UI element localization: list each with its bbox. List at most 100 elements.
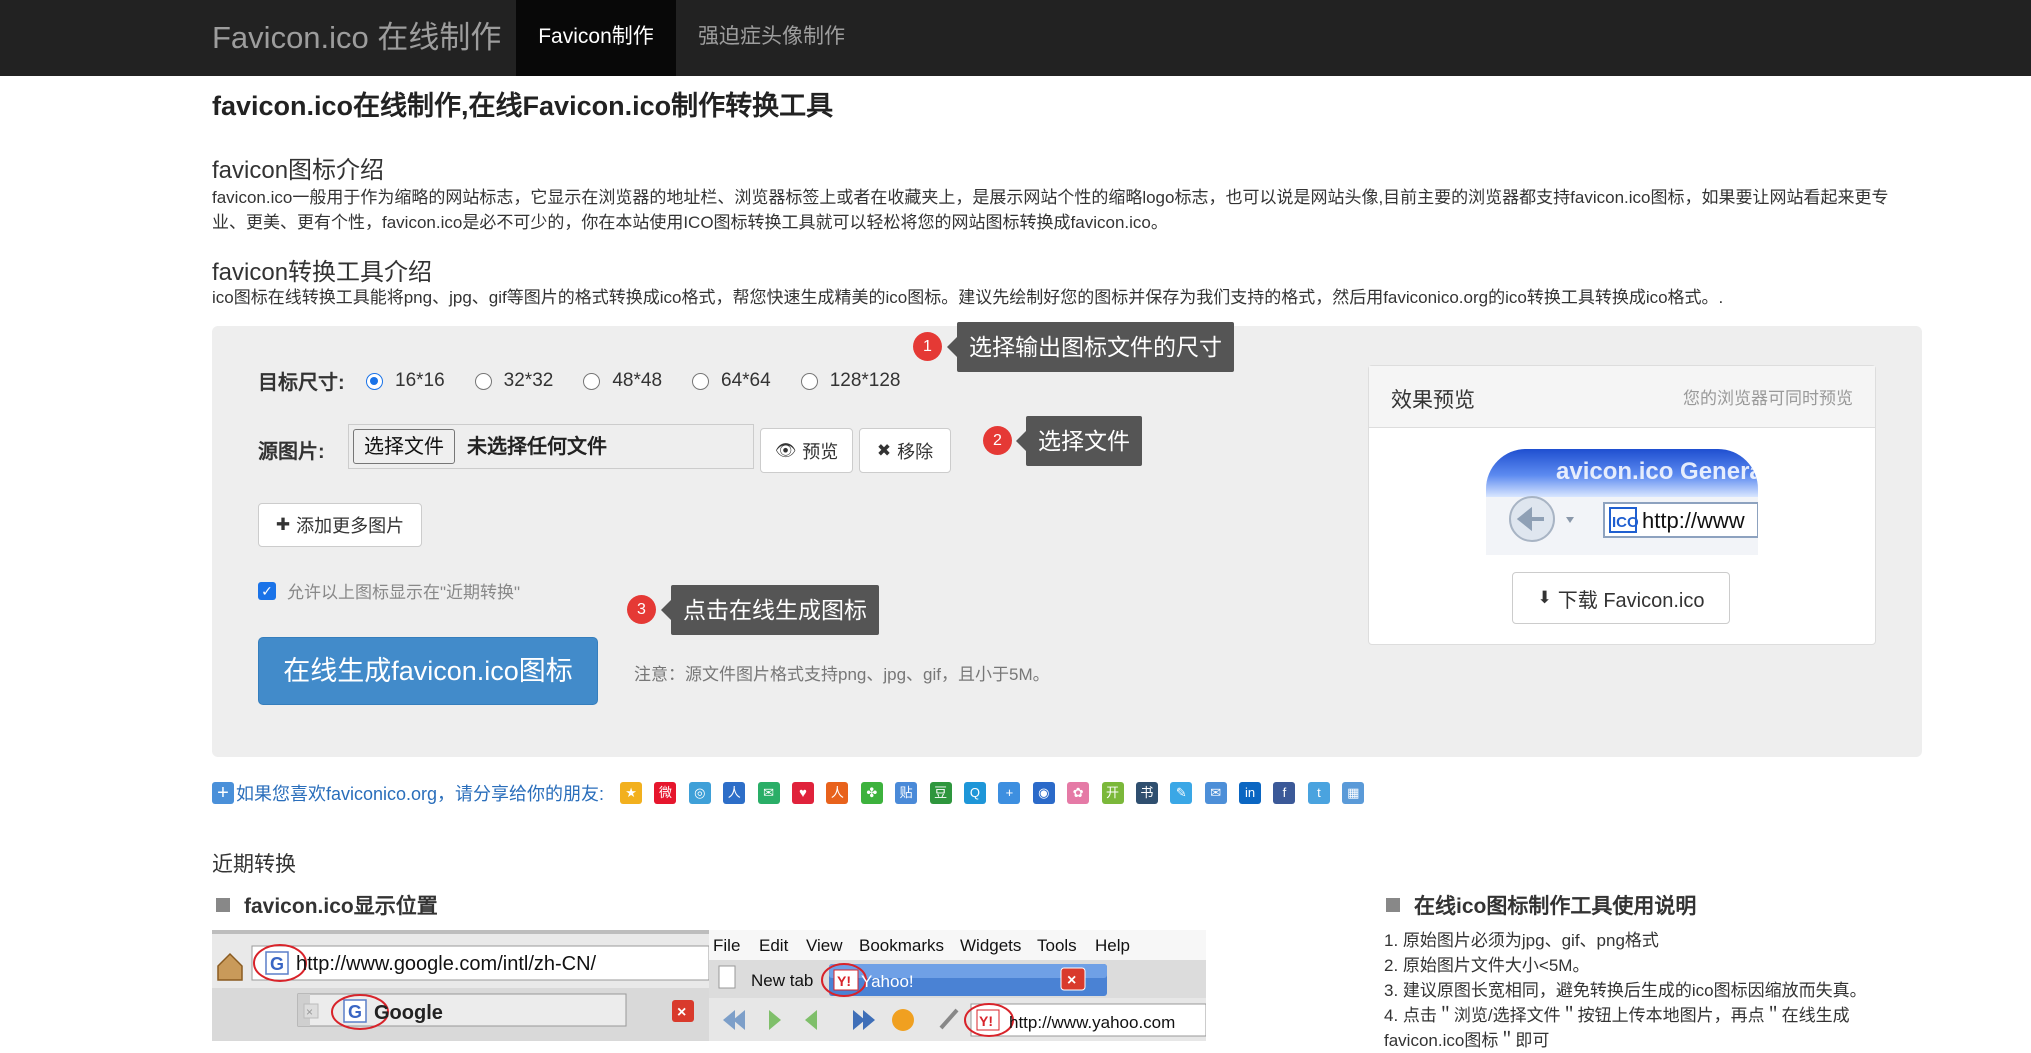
allow-recent-checkbox[interactable]: ✓ <box>258 582 276 600</box>
people-icon[interactable]: ◉ <box>1032 782 1055 804</box>
usage-item: 1. 原始图片必须为jpg、gif、png格式 <box>1384 931 1659 950</box>
heart-icon[interactable]: ♥ <box>792 782 815 804</box>
usage-title: 在线ico图标制作工具使用说明 <box>1386 890 1696 920</box>
square-bullet-icon <box>216 898 230 912</box>
twitter-icon[interactable]: t <box>1307 782 1330 804</box>
choose-file-button[interactable]: 选择文件 <box>353 429 455 464</box>
share-plus-icon[interactable]: + <box>212 782 234 804</box>
svg-text:http://www: http://www <box>1642 508 1745 533</box>
recent-heading: 近期转换 <box>212 853 296 876</box>
nav-item-avatar[interactable]: 强迫症头像制作 <box>698 0 845 76</box>
bookmark-icon[interactable]: 书 <box>1135 782 1158 804</box>
generate-button[interactable]: 在线生成favicon.ico图标 <box>258 637 598 705</box>
tip-number-3: 3 <box>627 595 656 624</box>
douban-icon[interactable]: 豆 <box>929 782 952 804</box>
usage-list: 1. 原始图片必须为jpg、gif、png格式 2. 原始图片文件大小<5M。 … <box>1384 928 1904 1053</box>
google-url-text: http://www.google.com/intl/zh-CN/ <box>296 953 597 975</box>
preview-panel: 效果预览 您的浏览器可同时预览 avicon.ico Genera ICO ht… <box>1368 365 1876 645</box>
svg-text:ICO: ICO <box>1612 514 1639 531</box>
qq-icon[interactable]: Q <box>963 782 986 804</box>
share-text[interactable]: 如果您喜欢faviconico.org，请分享给你的朋友: <box>236 780 604 806</box>
tip-number-1: 1 <box>913 332 942 361</box>
svg-text:×: × <box>677 1004 686 1021</box>
size-option-48[interactable]: 48*48 <box>583 370 662 392</box>
size-option-64[interactable]: 64*64 <box>692 370 771 392</box>
preview-caption: avicon.ico Genera <box>1556 458 1758 485</box>
preview-hint: 您的浏览器可同时预览 <box>1683 389 1853 408</box>
radio-icon[interactable] <box>474 372 492 390</box>
browser-menu-widgets: Widgets <box>960 936 1021 955</box>
format-note: 注意：源文件图片格式支持png、jpg、gif，且小于5M。 <box>634 665 1050 684</box>
yahoo-browser-screenshot: File Edit View Bookmarks Widgets Tools Help Ne… <box>709 930 1206 1041</box>
svg-text:×: × <box>1067 972 1076 989</box>
svg-text:×: × <box>306 1005 313 1019</box>
tencent-weibo-icon[interactable]: ◎ <box>688 782 711 804</box>
download-icon: ⬇ <box>1537 588 1552 607</box>
file-status: 未选择任何文件 <box>467 436 607 458</box>
usage-item: 2. 原始图片文件大小<5M。 <box>1384 956 1590 975</box>
plus-icon: ✚ <box>275 515 291 534</box>
preview-title: 效果预览 <box>1391 389 1475 412</box>
preview-header: 效果预览 您的浏览器可同时预览 <box>1369 366 1875 428</box>
browser-menu-edit: Edit <box>759 936 789 955</box>
usage-item: 3. 建议原图长宽相同，避免转换后生成的ico图标因缩放而失真。 <box>1384 981 1867 1000</box>
radio-icon[interactable] <box>692 372 710 390</box>
baidu-icon[interactable]: 人 <box>723 782 746 804</box>
svg-text:G: G <box>348 1002 362 1022</box>
file-input[interactable]: 选择文件 未选择任何文件 <box>348 424 754 469</box>
size-radio-group: 16*16 32*32 48*48 64*64 128*128 <box>366 368 930 394</box>
mail-icon[interactable]: ✉ <box>1204 782 1227 804</box>
facebook-icon[interactable]: f <box>1273 782 1296 804</box>
tieba-icon[interactable]: 贴 <box>895 782 918 804</box>
browser-menu-bookmarks: Bookmarks <box>859 936 944 955</box>
browser-menu-help: Help <box>1095 936 1130 955</box>
svg-text:G: G <box>270 954 284 974</box>
linkedin-icon[interactable]: in <box>1239 782 1262 804</box>
download-button[interactable]: ⬇ 下载 Favicon.ico <box>1512 572 1730 624</box>
radio-icon[interactable] <box>583 372 601 390</box>
svg-text:Y!: Y! <box>979 1013 993 1029</box>
wechat-icon[interactable]: ✉ <box>757 782 780 804</box>
preview-button[interactable]: 👁 预览 <box>760 428 853 473</box>
radio-icon[interactable] <box>366 372 383 390</box>
kaixin-icon[interactable]: 开 <box>1101 782 1124 804</box>
size-label: 目标尺寸: <box>258 372 345 394</box>
allow-recent-label: 允许以上图标显示在"近期转换" <box>287 583 521 602</box>
remove-button[interactable]: ✖ 移除 <box>859 428 951 473</box>
flower-icon[interactable]: ✿ <box>1067 782 1090 804</box>
tip-file: 选择文件 <box>1016 416 1142 466</box>
share-bar: + 如果您喜欢faviconico.org，请分享给你的朋友: ★ 微 ◎ 人 ✉ ♥ 人 ✤… <box>212 780 1377 806</box>
table-icon[interactable]: ▦ <box>1342 782 1365 804</box>
tool-intro-text: ico图标在线转换工具能将png、jpg、gif等图片的格式转换成ico格式，帮… <box>212 288 1724 307</box>
square-bullet-icon <box>1386 898 1400 912</box>
qzone-icon[interactable]: ★ <box>620 782 643 804</box>
display-position-title: favicon.ico显示位置 <box>216 890 438 920</box>
size-option-32[interactable]: 32*32 <box>474 370 553 392</box>
intro-heading: favicon图标介绍 <box>212 157 385 184</box>
favicon-preview-image: avicon.ico Genera ICO http://www <box>1486 449 1758 555</box>
browser-preview-graphic: avicon.ico Genera ICO http://www <box>1486 449 1758 555</box>
browser-menu-file: File <box>713 936 740 955</box>
svg-text:Y!: Y! <box>837 973 851 989</box>
intro-text: favicon.ico一般用于作为缩略的网站标志，它显示在浏览器的地址栏、浏览器… <box>212 188 1889 232</box>
add-more-button[interactable]: ✚ 添加更多图片 <box>258 503 422 547</box>
browser-menu-view: View <box>806 936 843 955</box>
pen-icon[interactable]: ✎ <box>1170 782 1193 804</box>
weibo-icon[interactable]: 微 <box>654 782 677 804</box>
close-icon: ✖ <box>876 440 892 460</box>
renren-icon[interactable]: 人 <box>826 782 849 804</box>
page-title: favicon.ico在线制作,在线Favicon.ico制作转换工具 <box>212 91 834 121</box>
google-address-bar-screenshot: G http://www.google.com/intl/zh-CN/ × G … <box>212 930 709 1041</box>
new-tab-text: New tab <box>751 971 813 990</box>
size-option-16[interactable]: 16*16 <box>366 370 445 392</box>
source-label: 源图片: <box>258 441 325 463</box>
nav-item-favicon[interactable]: Favicon制作 <box>516 0 676 76</box>
usage-item: 4. 点击＂浏览/选择文件＂按钮上传本地图片，再点＂在线生成 <box>1384 1006 1850 1025</box>
size-option-128[interactable]: 128*128 <box>800 370 900 392</box>
radio-icon[interactable] <box>800 372 818 390</box>
brand-logo[interactable]: Favicon.ico 在线制作 <box>212 0 501 76</box>
tip-number-2: 2 <box>983 426 1012 455</box>
yahoo-url-text: http://www.yahoo.com <box>1009 1013 1175 1032</box>
plus-share-icon[interactable]: + <box>998 782 1021 804</box>
clover-icon[interactable]: ✤ <box>860 782 883 804</box>
